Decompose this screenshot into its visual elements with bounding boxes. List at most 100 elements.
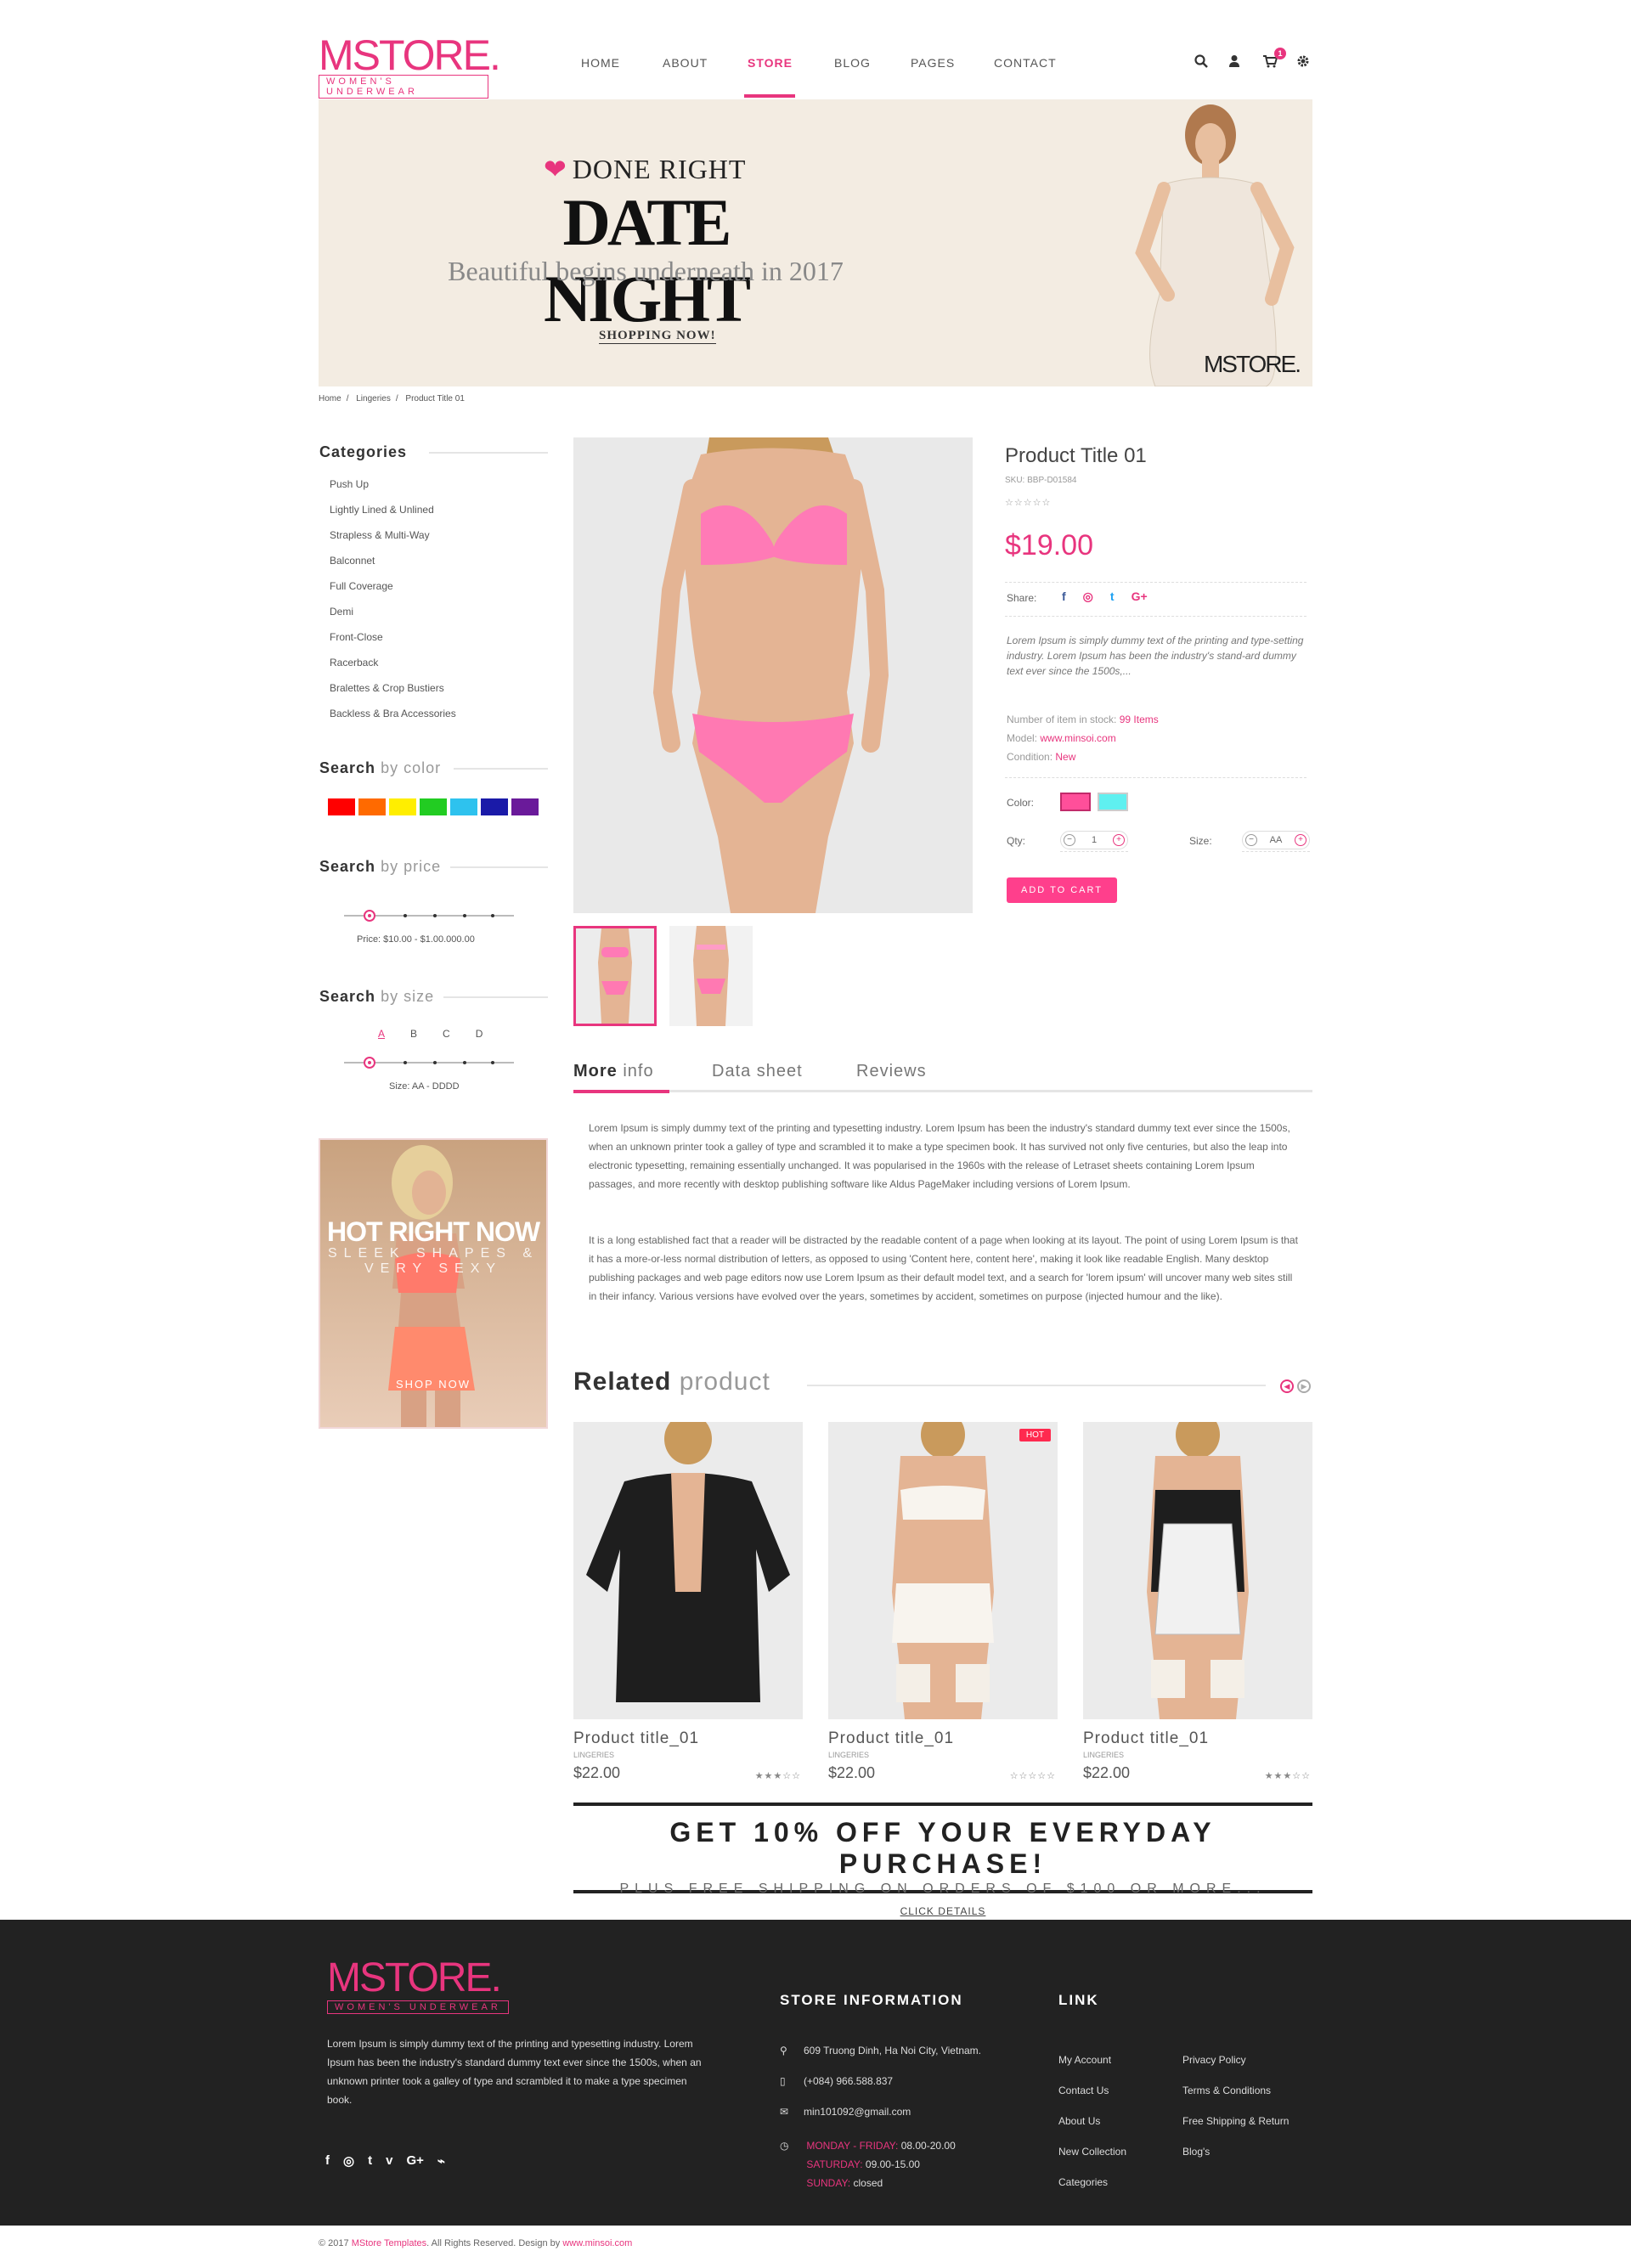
facebook-icon[interactable]: f (325, 2153, 330, 2169)
nav-pages[interactable]: PAGES (911, 56, 954, 99)
category-item[interactable]: Demi (330, 603, 456, 629)
twitter-icon[interactable]: t (368, 2153, 372, 2169)
product-thumbnail-2[interactable] (669, 926, 753, 1026)
size-option-c[interactable]: C (443, 1028, 450, 1040)
plus-icon[interactable]: + (1113, 834, 1125, 846)
size-option-b[interactable]: B (410, 1028, 417, 1040)
product-image[interactable] (573, 1422, 803, 1719)
category-item[interactable]: Balconnet (330, 552, 456, 578)
plus-icon[interactable]: + (1295, 834, 1306, 846)
location-icon: ⚲ (780, 2045, 787, 2056)
color-swatch-purple[interactable] (511, 798, 539, 815)
search-icon[interactable] (1194, 54, 1210, 70)
rss-icon[interactable]: ⌁ (437, 2153, 445, 2169)
chevron-left-icon[interactable]: ◀ (1280, 1379, 1294, 1393)
brand-logo[interactable]: MSTORE. WOMEN'S UNDERWEAR (319, 34, 501, 99)
category-item[interactable]: Push Up (330, 476, 456, 501)
product-thumbnail-1[interactable] (573, 926, 657, 1026)
product-image[interactable] (1083, 1422, 1312, 1719)
category-item[interactable]: Front-Close (330, 629, 456, 654)
product-name[interactable]: Product title_01 (1083, 1729, 1312, 1748)
color-swatch-cyan[interactable] (450, 798, 477, 815)
product-main-image[interactable] (573, 437, 973, 913)
footer-link[interactable]: Categories (1058, 2167, 1126, 2197)
tab-reviews[interactable]: Reviews (856, 1062, 927, 1081)
color-swatch-blue[interactable] (481, 798, 508, 815)
product-image[interactable]: HOT (828, 1422, 1058, 1719)
color-option-pink[interactable] (1060, 793, 1091, 811)
tab-more-info[interactable]: More info (573, 1062, 654, 1081)
user-icon[interactable] (1228, 54, 1244, 70)
product-short-description: Lorem Ipsum is simply dummy text of the … (1007, 635, 1304, 677)
product-name[interactable]: Product title_01 (573, 1729, 803, 1748)
banner-model-image (1083, 99, 1312, 386)
quantity-value[interactable]: 1 (1092, 835, 1097, 845)
google-plus-icon[interactable]: G+ (1132, 590, 1148, 604)
copyright-site-link[interactable]: www.minsoi.com (562, 2238, 632, 2248)
nav-store[interactable]: STORE (744, 56, 795, 99)
google-plus-icon[interactable]: G+ (406, 2153, 423, 2169)
click-details-link[interactable]: CLICK DETAILS (573, 1905, 1312, 1917)
size-label: Size: (1189, 835, 1212, 847)
related-product-card[interactable]: Product title_01 LINGERIES $22.00 ★★★☆☆ (1083, 1422, 1312, 1782)
instagram-icon[interactable]: ◎ (343, 2153, 354, 2169)
minus-icon[interactable]: − (1064, 834, 1075, 846)
brand-tagline: WOMEN'S UNDERWEAR (319, 75, 488, 99)
footer-link[interactable]: Privacy Policy (1182, 2045, 1289, 2075)
phone-row: ▯ (+084) 966.588.837 (780, 2075, 893, 2087)
product-name[interactable]: Product title_01 (828, 1729, 1058, 1748)
tab-data-sheet[interactable]: Data sheet (712, 1062, 803, 1081)
hours-value: 09.00-15.00 (865, 2158, 920, 2170)
size-option-a[interactable]: A (378, 1028, 385, 1040)
category-item[interactable]: Bralettes & Crop Bustiers (330, 680, 456, 705)
instagram-icon[interactable]: ◎ (1083, 590, 1093, 604)
breadcrumb-home[interactable]: Home (319, 394, 341, 403)
color-swatch-green[interactable] (420, 798, 447, 815)
breadcrumb-lingeries[interactable]: Lingeries (356, 394, 391, 403)
shop-now-button[interactable]: SHOPPING NOW! (599, 329, 716, 344)
related-product-card[interactable]: HOT Product title_01 LINGERIES $22.00 ☆☆… (828, 1422, 1058, 1782)
category-item[interactable]: Full Coverage (330, 578, 456, 603)
footer-link[interactable]: Terms & Conditions (1182, 2075, 1289, 2106)
phone-text: (+084) 966.588.837 (804, 2075, 894, 2087)
category-item[interactable]: Backless & Bra Accessories (330, 705, 456, 731)
cart-icon[interactable]: 1 (1262, 48, 1286, 70)
color-swatch-red[interactable] (328, 798, 355, 815)
related-product-card[interactable]: Product title_01 LINGERIES $22.00 ★★★☆☆ (573, 1422, 803, 1782)
footer-link[interactable]: New Collection (1058, 2136, 1126, 2167)
quantity-stepper[interactable]: − 1 + (1060, 831, 1128, 849)
category-item[interactable]: Racerback (330, 654, 456, 680)
nav-blog[interactable]: BLOG (834, 56, 870, 99)
twitter-icon[interactable]: t (1110, 590, 1115, 604)
size-value[interactable]: AA (1270, 835, 1283, 845)
size-slider-handle[interactable] (364, 1057, 375, 1069)
nav-home[interactable]: HOME (581, 56, 620, 99)
copyright-brand[interactable]: MStore Templates (352, 2238, 426, 2248)
facebook-icon[interactable]: f (1062, 590, 1066, 604)
model-value[interactable]: www.minsoi.com (1040, 732, 1115, 744)
size-stepper[interactable]: − AA + (1242, 831, 1310, 849)
color-option-cyan[interactable] (1098, 793, 1128, 811)
footer-link[interactable]: My Account (1058, 2045, 1126, 2075)
footer-logo[interactable]: MSTORE. WOMEN'S UNDERWEAR (327, 1958, 509, 2014)
promo-shop-now[interactable]: SHOP NOW (320, 1378, 546, 1391)
gear-icon[interactable] (1296, 54, 1312, 70)
promo-banner[interactable]: HOT RIGHT NOW SLEEK SHAPES & VERY SEXY S… (319, 1138, 548, 1429)
color-swatch-yellow[interactable] (389, 798, 416, 815)
add-to-cart-button[interactable]: ADD TO CART (1007, 877, 1117, 903)
nav-contact[interactable]: CONTACT (994, 56, 1056, 99)
email-text[interactable]: min101092@gmail.com (804, 2106, 911, 2118)
category-item[interactable]: Lightly Lined & Unlined (330, 501, 456, 527)
chevron-right-icon[interactable]: ▶ (1297, 1379, 1311, 1393)
footer-link[interactable]: About Us (1058, 2106, 1126, 2136)
vimeo-icon[interactable]: v (386, 2153, 392, 2169)
category-item[interactable]: Strapless & Multi-Way (330, 527, 456, 552)
price-slider-handle[interactable] (364, 910, 375, 922)
footer-link[interactable]: Contact Us (1058, 2075, 1126, 2106)
color-swatch-orange[interactable] (358, 798, 386, 815)
minus-icon[interactable]: − (1245, 834, 1257, 846)
footer-link[interactable]: Blog's (1182, 2136, 1289, 2167)
nav-about[interactable]: ABOUT (663, 56, 707, 99)
size-option-d[interactable]: D (476, 1028, 483, 1040)
footer-link[interactable]: Free Shipping & Return (1182, 2106, 1289, 2136)
